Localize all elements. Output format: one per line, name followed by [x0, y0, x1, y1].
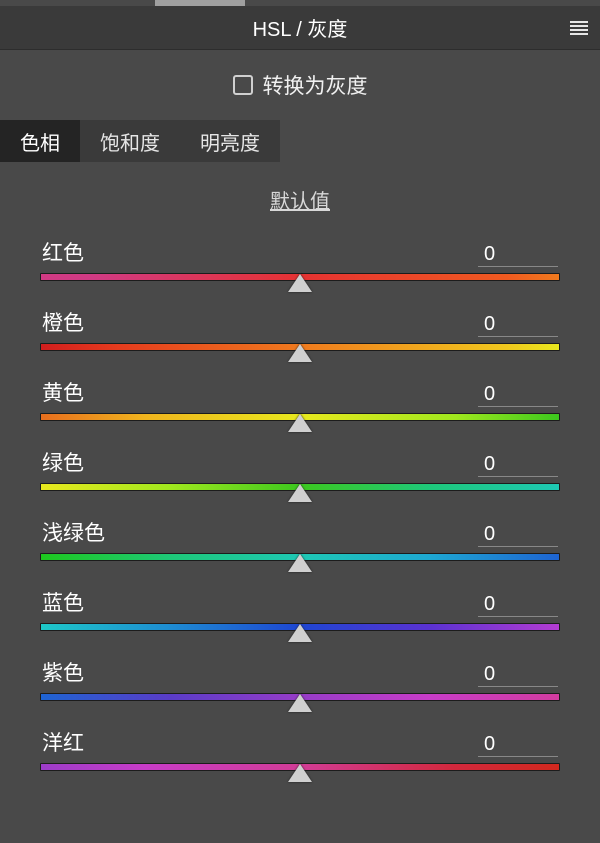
- slider-aqua: 浅绿色 0: [40, 517, 560, 581]
- slider-thumb-icon[interactable]: [288, 554, 312, 572]
- panel-title: HSL / 灰度: [253, 13, 348, 42]
- slider-red-label: 红色: [42, 237, 84, 267]
- default-link[interactable]: 默认值: [270, 185, 330, 214]
- tab-luminance[interactable]: 明亮度: [180, 120, 280, 162]
- default-row: 默认值: [0, 162, 600, 237]
- slider-magenta: 洋红 0: [40, 727, 560, 791]
- slider-green-value[interactable]: 0: [478, 453, 558, 477]
- slider-yellow: 黄色 0: [40, 377, 560, 441]
- slider-magenta-value[interactable]: 0: [478, 733, 558, 757]
- slider-green-label: 绿色: [42, 447, 84, 477]
- slider-purple-label: 紫色: [42, 657, 84, 687]
- tabs: 色相 饱和度 明亮度: [0, 120, 600, 162]
- sliders-container: 红色 0 橙色 0 黄色 0 绿色 0: [0, 237, 600, 791]
- slider-blue-value[interactable]: 0: [478, 593, 558, 617]
- slider-aqua-track[interactable]: [40, 553, 560, 581]
- grayscale-row: 转换为灰度: [0, 50, 600, 120]
- slider-thumb-icon[interactable]: [288, 764, 312, 782]
- slider-red: 红色 0: [40, 237, 560, 301]
- slider-purple: 紫色 0: [40, 657, 560, 721]
- slider-thumb-icon[interactable]: [288, 624, 312, 642]
- tab-saturation[interactable]: 饱和度: [80, 120, 180, 162]
- slider-magenta-label: 洋红: [42, 727, 84, 757]
- slider-purple-track[interactable]: [40, 693, 560, 721]
- slider-magenta-track[interactable]: [40, 763, 560, 791]
- tab-hue[interactable]: 色相: [0, 120, 80, 162]
- slider-orange: 橙色 0: [40, 307, 560, 371]
- slider-yellow-track[interactable]: [40, 413, 560, 441]
- slider-green: 绿色 0: [40, 447, 560, 511]
- hamburger-icon[interactable]: [570, 21, 588, 35]
- slider-red-track[interactable]: [40, 273, 560, 301]
- slider-blue-track[interactable]: [40, 623, 560, 651]
- slider-purple-value[interactable]: 0: [478, 663, 558, 687]
- grayscale-checkbox[interactable]: [233, 75, 253, 95]
- slider-thumb-icon[interactable]: [288, 414, 312, 432]
- panel-header: HSL / 灰度: [0, 6, 600, 50]
- slider-thumb-icon[interactable]: [288, 484, 312, 502]
- grayscale-label: 转换为灰度: [263, 70, 368, 100]
- slider-aqua-value[interactable]: 0: [478, 523, 558, 547]
- slider-yellow-label: 黄色: [42, 377, 84, 407]
- slider-yellow-value[interactable]: 0: [478, 383, 558, 407]
- slider-blue-label: 蓝色: [42, 587, 84, 617]
- slider-orange-label: 橙色: [42, 307, 84, 337]
- slider-thumb-icon[interactable]: [288, 694, 312, 712]
- slider-thumb-icon[interactable]: [288, 344, 312, 362]
- slider-orange-track[interactable]: [40, 343, 560, 371]
- slider-orange-value[interactable]: 0: [478, 313, 558, 337]
- slider-blue: 蓝色 0: [40, 587, 560, 651]
- slider-thumb-icon[interactable]: [288, 274, 312, 292]
- slider-green-track[interactable]: [40, 483, 560, 511]
- slider-aqua-label: 浅绿色: [42, 517, 105, 547]
- slider-red-value[interactable]: 0: [478, 243, 558, 267]
